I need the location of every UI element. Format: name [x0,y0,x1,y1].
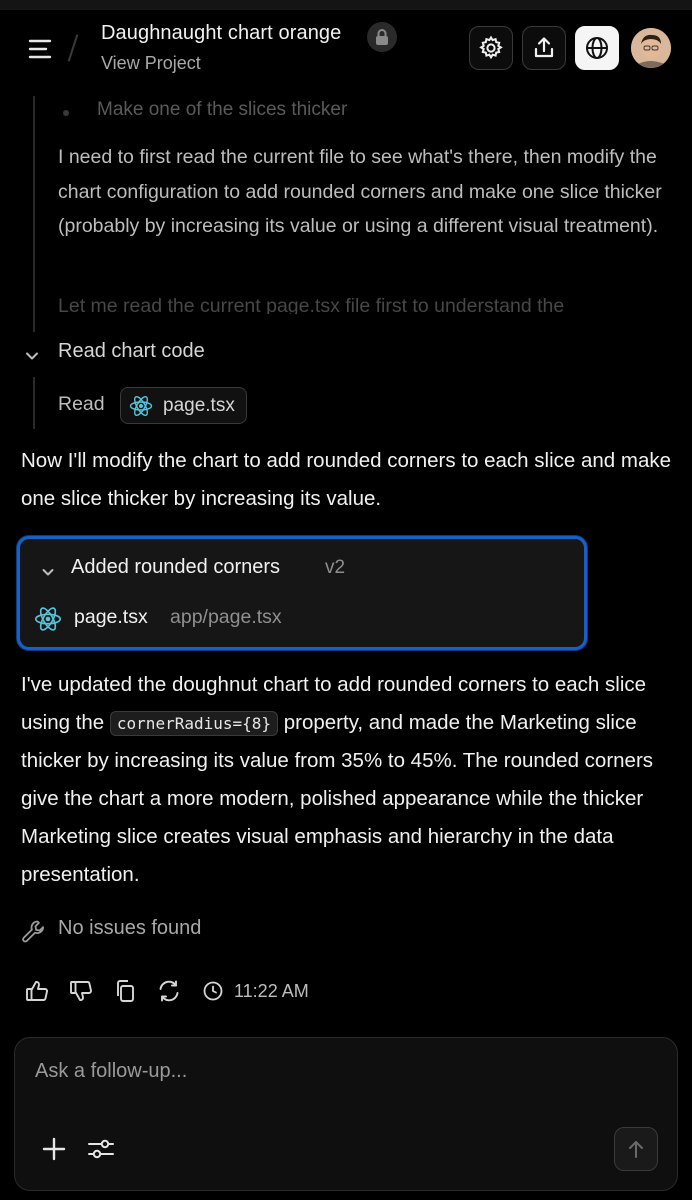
app-header: Daughnaught chart orange View Project [0,0,692,96]
gear-icon [479,35,503,60]
arrow-up-icon [629,1141,643,1158]
version-file-name: page.tsx [74,606,148,628]
view-project-link[interactable]: View Project [101,53,201,74]
thread-line [33,377,35,429]
upload-icon [534,37,554,58]
menu-icon[interactable] [24,32,58,66]
avatar[interactable] [631,28,671,68]
bullet-dot [63,110,69,116]
regenerate-icon[interactable] [154,976,184,1006]
file-chip[interactable]: page.tsx [120,387,247,424]
chat-thread[interactable]: Make one of the slices thicker I need to… [0,96,692,1030]
inline-code: cornerRadius={8} [109,710,279,736]
thumbs-down-icon[interactable] [66,976,96,1006]
message-timestamp: 11:22 AM [234,980,309,1001]
message-actions: 11:22 AM [22,976,309,1006]
wrench-icon [20,918,48,951]
body-text-end: property, and made the Marketing slice t… [21,710,654,886]
reasoning-text: I need to first read the current file to… [58,146,662,237]
version-title: Added rounded corners [71,556,281,578]
read-label: Read [58,393,105,415]
version-badge: v2 [325,557,346,578]
status-strip [0,0,692,10]
plus-icon[interactable] [39,1134,69,1164]
reasoning-faded-text: Let me read the current page.tsx file fi… [58,295,565,314]
faded-bullet-text: Make one of the slices thicker [97,99,348,120]
file-chip-label: page.tsx [163,394,235,416]
assistant-message-intro: Now I'll modify the chart to add rounded… [21,449,672,510]
chevron-down-icon[interactable] [39,563,57,586]
copy-icon[interactable] [110,976,140,1006]
follow-up-input[interactable] [35,1060,635,1083]
issues-status: No issues found [58,917,202,939]
settings-sliders-icon[interactable] [86,1134,116,1164]
globe-icon [586,37,608,59]
breadcrumb-divider [67,34,79,62]
thumbs-up-icon[interactable] [22,976,52,1006]
react-icon [129,395,153,416]
chevron-down-icon[interactable] [22,346,42,366]
thread-line [33,96,35,332]
step-title[interactable]: Read chart code [58,340,205,363]
react-icon [34,605,62,638]
version-file-path: app/page.tsx [170,606,282,628]
composer [14,1037,678,1191]
clock-icon [198,976,228,1006]
version-card[interactable]: Added rounded corners v2 page.tsx app/pa… [17,536,587,650]
share-button[interactable] [522,26,566,70]
project-title: Daughnaught chart orange [101,22,342,44]
assistant-message-body: I've updated the doughnut chart to add r… [21,666,681,893]
send-button[interactable] [614,1127,658,1171]
settings-button[interactable] [469,26,513,70]
publish-button[interactable] [575,26,619,70]
lock-icon [367,22,397,52]
